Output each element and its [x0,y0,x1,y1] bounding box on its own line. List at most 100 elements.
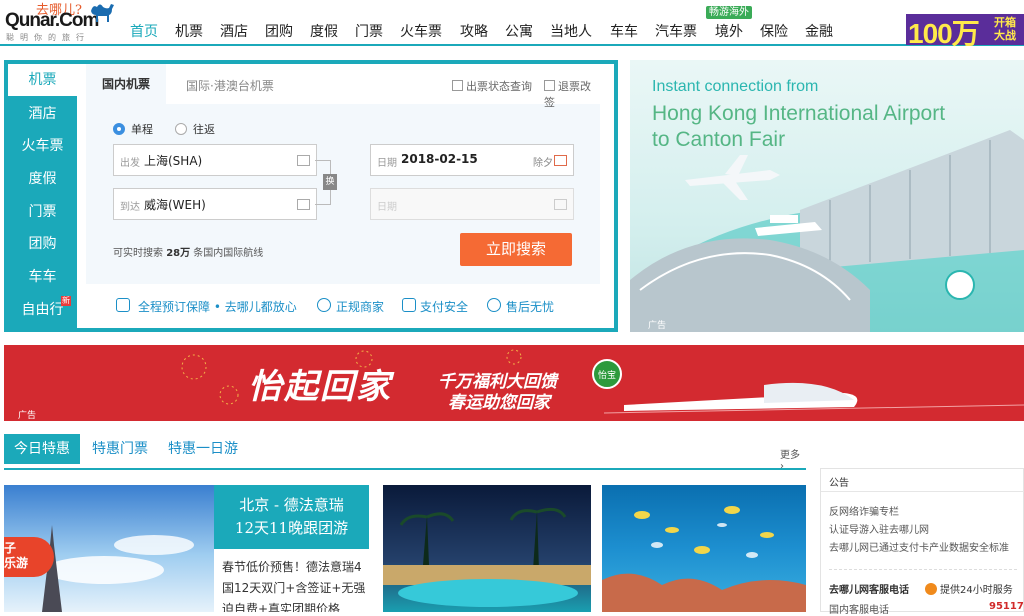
city-picker-icon[interactable] [297,155,310,166]
nav-item-finance[interactable]: 金融 [805,21,833,41]
deal-card-europe[interactable]: 子乐游 北京 - 德法意瑞 12天11晚跟团游 春节低价预售！德法意瑞4国12天… [4,485,369,612]
printer-icon [452,80,463,91]
ad-tag: 广告 [648,321,667,331]
date-field[interactable]: 日期 2018-02-15 除夕 [370,144,574,176]
service-24h-label: 提供24小时服务 [940,585,1013,596]
sidebar-item-freetravel[interactable]: 自由行新 [8,294,77,326]
resort-pool-photo [383,507,591,607]
return-date-label: 日期 [377,202,397,213]
date-value: 2018-02-15 [401,152,478,166]
promo-banner[interactable]: 100万 开箱大战 [906,14,1024,49]
top-header: 去哪儿? Qunar.Com 聪明你的旅行 首页 机票 酒店 团购 度假 门票 … [0,0,1024,49]
ad-tag: 广告 [18,411,37,421]
search-button[interactable]: 立即搜索 [460,233,572,266]
logo-brand: Qunar.Com [5,10,99,31]
sidebar-item-vacation[interactable]: 度假 [8,163,77,195]
refund-link[interactable]: 退票改签 [544,78,600,110]
oneway-radio[interactable]: 单程 [113,121,153,137]
holiday-note: 除夕 [533,158,553,169]
notice-item[interactable]: 反网络诈骗专栏 [829,503,899,518]
logo-tagline: 聪明你的旅行 [6,33,90,42]
roundtrip-radio[interactable]: 往返 [175,121,215,137]
promo-amount: 100万 [908,18,980,49]
sidebar-item-flights[interactable]: 机票 [8,64,77,96]
nav-item-vacation[interactable]: 度假 [310,21,338,41]
sidebar-item-car[interactable]: 车车 [8,261,77,293]
banner-main-title: 怡起回家 [248,367,392,407]
tab-domestic[interactable]: 国内机票 [86,64,166,104]
nav-item-home[interactable]: 首页 [130,21,158,41]
guarantee-aftersale[interactable]: 售后无忧 [506,298,554,315]
banner-sub2: 春运助您回家 [448,393,550,413]
tab-today-deals[interactable]: 今日特惠 [4,434,80,464]
nav-item-tickets[interactable]: 门票 [355,21,383,41]
notice-item[interactable]: 认证导游入驻去哪儿网 [829,521,929,536]
search-panel: 机票 酒店 火车票 度假 门票 团购 车车 自由行新 国内机票 国际·港澳台机票… [4,60,618,332]
sidebar-item-train[interactable]: 火车票 [8,130,77,162]
from-label: 出发 [120,158,140,169]
document-icon [544,80,555,91]
nav-item-hotels[interactable]: 酒店 [220,21,248,41]
sidebar-item-groupbuy[interactable]: 团购 [8,228,77,260]
sidebar-item-tickets[interactable]: 门票 [8,196,77,228]
swap-button[interactable]: 换 [323,174,337,190]
notice-title: 公告 [829,478,849,489]
notice-item[interactable]: 去哪儿网已通过支付卡产业数据安全标准 [829,539,1009,554]
route-count-post: 条国内国际航线 [193,248,264,259]
to-field[interactable]: 到达 威海(WEH) [113,188,317,220]
nav-item-bus[interactable]: 汽车票 [655,21,697,41]
guarantee-bar: 全程预订保障 • 去哪儿都放心 正规商家 支付安全 售后无忧 [86,288,600,324]
ticket-status-label: 出票状态查询 [466,80,532,93]
from-field[interactable]: 出发 上海(SHA) [113,144,317,176]
shield-icon [116,298,130,312]
qunar-logo[interactable]: 去哪儿? Qunar.Com 聪明你的旅行 [3,1,121,43]
nav-item-train[interactable]: 火车票 [400,21,442,41]
ticket-status-link[interactable]: 出票状态查询 [452,78,532,94]
flight-tabs: 国内机票 国际·港澳台机票 出票状态查询 退票改签 [86,64,600,109]
guarantee-payment[interactable]: 支付安全 [420,298,468,315]
radio-checked-icon [113,123,125,135]
overseas-badge: 畅游海外 [706,6,752,19]
nav-item-flights[interactable]: 机票 [175,21,203,41]
camel-icon [91,4,114,22]
sidebar-item-freetravel-label: 自由行 [21,302,64,318]
airport-ad[interactable]: Instant connection from Hong Kong Intern… [630,60,1024,332]
route-count: 可实时搜索 28万 条国内国际航线 [113,244,263,259]
nav-item-car[interactable]: 车车 [610,21,638,41]
route-count-pre: 可实时搜索 [113,248,163,259]
promo-label: 开箱大战 [994,16,1016,42]
sidebar-item-hotels[interactable]: 酒店 [8,98,77,130]
tab-ticket-deals[interactable]: 特惠门票 [92,434,148,464]
service-24h: 提供24小时服务 [925,581,1013,596]
tab-dayTrip-deals[interactable]: 特惠一日游 [168,434,238,464]
service-phone-title: 去哪儿网客服电话 [829,585,909,596]
phone-label: 国内客服电话 [829,605,889,616]
guarantee-legit[interactable]: 正规商家 [336,298,384,315]
calendar-icon[interactable] [554,155,567,166]
heart-icon [487,298,501,312]
date-label: 日期 [377,158,397,169]
ribbon-badge: 子乐游 [4,537,54,577]
search-sidebar: 机票 酒店 火车票 度假 门票 团购 车车 自由行新 [8,64,77,328]
nav-item-groupbuy[interactable]: 团购 [265,21,293,41]
nav-item-overseas[interactable]: 境外 [715,21,743,41]
deal-info: 北京 - 德法意瑞 12天11晚跟团游 春节低价预售！德法意瑞4国12天双门+含… [214,485,369,612]
notice-panel: 公告 反网络诈骗专栏 认证导游入驻去哪儿网 去哪儿网已通过支付卡产业数据安全标准… [820,468,1024,616]
from-value: 上海(SHA) [144,154,203,168]
deal-title1: 北京 - 德法意瑞 [239,496,344,514]
nav-item-guides[interactable]: 攻略 [460,21,488,41]
more-link[interactable]: 更多 › [780,446,806,472]
guarantee-main[interactable]: 全程预订保障 • 去哪儿都放心 [138,298,297,315]
promo-banner-wide[interactable]: 怡起回家 千万福利大回馈 春运助您回家 怡宝 广告 [4,345,1024,421]
coral-reef-photo [602,506,806,612]
return-date-field[interactable]: 日期 [370,188,574,220]
tab-international[interactable]: 国际·港澳台机票 [186,77,274,94]
nav-item-apartments[interactable]: 公寓 [505,21,533,41]
deal-card-ocean[interactable] [602,485,806,612]
deal-card-resort[interactable] [383,485,591,612]
badge-icon [317,298,331,312]
nav-item-locals[interactable]: 当地人 [550,21,592,41]
city-picker-icon[interactable] [297,199,310,210]
nav-item-insurance[interactable]: 保险 [760,21,788,41]
calendar-icon[interactable] [554,199,567,210]
